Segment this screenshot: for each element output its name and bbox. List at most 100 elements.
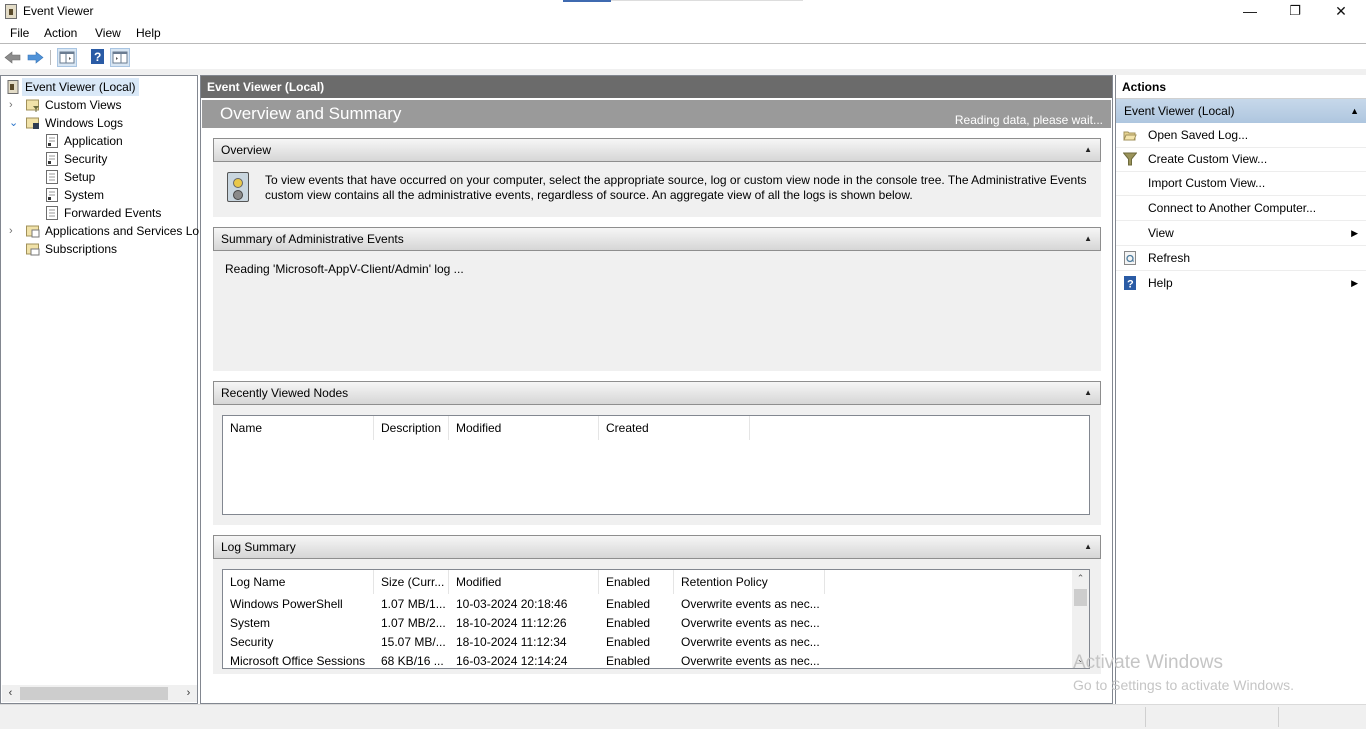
scroll-thumb[interactable] — [1074, 589, 1087, 606]
admin-events-section-header[interactable]: Summary of Administrative Events ▲ — [213, 227, 1101, 251]
status-divider — [1278, 707, 1279, 727]
focus-indicator-track — [611, 0, 803, 1]
minimize-button[interactable]: — — [1227, 0, 1273, 24]
scroll-thumb[interactable] — [20, 687, 168, 700]
overview-banner: Overview and Summary Reading data, pleas… — [202, 100, 1111, 128]
action-open-saved-log[interactable]: Open Saved Log... — [1116, 123, 1366, 148]
window-title: Event Viewer — [23, 4, 94, 18]
summary-content: Overview ▲ To view events that have occu… — [202, 128, 1111, 703]
action-view[interactable]: View ▶ — [1116, 221, 1366, 246]
cell-retention: Overwrite events as nec... — [681, 616, 820, 630]
arrow-left-icon — [4, 51, 21, 64]
column-header-modified[interactable]: Modified — [449, 416, 599, 440]
table-row[interactable]: Microsoft Office Sessions 68 KB/16 ... 1… — [223, 652, 1073, 668]
help-toolbar-button[interactable]: ? — [89, 48, 109, 67]
folder-logs-icon — [26, 117, 39, 129]
cell-size: 1.07 MB/2... — [381, 616, 446, 630]
scroll-left-arrow[interactable]: ‹ — [2, 685, 19, 702]
loading-status: Reading data, please wait... — [954, 113, 1103, 127]
collapse-icon[interactable]: ▲ — [1084, 536, 1092, 558]
back-button[interactable] — [3, 48, 23, 67]
admin-events-status: Reading 'Microsoft-AppV-Client/Admin' lo… — [225, 262, 464, 276]
overview-description: To view events that have occurred on you… — [265, 173, 1087, 202]
cell-retention: Overwrite events as nec... — [681, 654, 820, 668]
recent-nodes-list[interactable]: Name Description Modified Created — [222, 415, 1090, 515]
collapse-icon[interactable]: ▲ — [1084, 228, 1092, 250]
overview-section-body: To view events that have occurred on you… — [213, 162, 1101, 217]
menu-file[interactable]: File — [10, 26, 29, 40]
cell-enabled: Enabled — [606, 597, 651, 611]
event-viewer-icon — [7, 80, 19, 94]
log-summary-section-body: Log Name Size (Curr... Modified Enabled … — [213, 559, 1101, 674]
folder-icon — [26, 225, 40, 238]
action-import-custom-view[interactable]: Import Custom View... — [1116, 171, 1366, 196]
column-header-enabled[interactable]: Enabled — [599, 570, 674, 594]
log-summary-section-header[interactable]: Log Summary ▲ — [213, 535, 1101, 559]
tree-horizontal-scrollbar[interactable]: ‹ › — [2, 685, 197, 702]
restore-button[interactable]: ❐ — [1272, 0, 1318, 24]
overview-section-header[interactable]: Overview ▲ — [213, 138, 1101, 162]
cell-modified: 16-03-2024 12:14:24 — [456, 654, 568, 668]
expand-applications-services-chevron[interactable]: › — [9, 222, 19, 240]
cell-retention: Overwrite events as nec... — [681, 635, 820, 649]
activate-windows-hint: Go to Settings to activate Windows. — [1073, 677, 1294, 693]
scroll-right-arrow[interactable]: › — [180, 685, 197, 702]
actions-group-event-viewer-local[interactable]: Event Viewer (Local) ▲ — [1116, 99, 1366, 123]
cell-modified: 10-03-2024 20:18:46 — [456, 597, 568, 611]
column-header-created[interactable]: Created — [599, 416, 750, 440]
activate-windows-watermark: Activate Windows — [1073, 652, 1223, 673]
focus-indicator — [563, 0, 611, 2]
cell-enabled: Enabled — [606, 635, 651, 649]
column-header-description[interactable]: Description — [374, 416, 449, 440]
recent-nodes-section-header[interactable]: Recently Viewed Nodes ▲ — [213, 381, 1101, 405]
action-connect-to-another-computer[interactable]: Connect to Another Computer... — [1116, 196, 1366, 221]
show-hide-action-pane-button[interactable] — [110, 48, 130, 67]
forward-button[interactable] — [25, 48, 45, 67]
column-header-size[interactable]: Size (Curr... — [374, 570, 449, 594]
table-row[interactable]: Windows PowerShell 1.07 MB/1... 10-03-20… — [223, 595, 1073, 614]
cell-log-name: Microsoft Office Sessions — [230, 654, 366, 668]
log-summary-list[interactable]: Log Name Size (Curr... Modified Enabled … — [222, 569, 1090, 669]
menu-help[interactable]: Help — [136, 26, 161, 40]
actions-pane-title: Actions — [1116, 75, 1366, 99]
menu-action[interactable]: Action — [44, 26, 77, 40]
column-header-retention-policy[interactable]: Retention Policy — [674, 570, 825, 594]
show-hide-console-tree-button[interactable] — [57, 48, 77, 67]
log-icon — [46, 152, 58, 166]
column-header-modified[interactable]: Modified — [449, 570, 599, 594]
cell-size: 15.07 MB/... — [381, 635, 446, 649]
collapse-icon[interactable]: ▲ — [1350, 99, 1359, 123]
help-icon: ? — [1124, 276, 1136, 290]
action-pane-icon — [112, 51, 128, 64]
svg-text:?: ? — [94, 50, 101, 64]
status-bar — [0, 704, 1366, 729]
action-help[interactable]: ? Help ▶ — [1116, 271, 1366, 296]
column-header-name[interactable]: Name — [223, 416, 374, 440]
arrow-right-icon — [27, 51, 44, 64]
scroll-up-arrow[interactable]: ⌃ — [1072, 570, 1089, 587]
toolbar-separator — [50, 50, 51, 65]
cell-modified: 18-10-2024 11:12:34 — [456, 635, 567, 649]
actions-pane: Actions Event Viewer (Local) ▲ Open Save… — [1115, 75, 1366, 704]
collapse-windows-logs-chevron[interactable]: ⌄ — [9, 114, 19, 132]
collapse-icon[interactable]: ▲ — [1084, 139, 1092, 161]
log-icon — [46, 206, 58, 220]
submenu-arrow-icon: ▶ — [1351, 278, 1358, 288]
close-button[interactable]: ✕ — [1318, 0, 1364, 24]
menu-view[interactable]: View — [95, 26, 121, 40]
cell-enabled: Enabled — [606, 654, 651, 668]
cell-log-name: System — [230, 616, 271, 630]
column-header-log-name[interactable]: Log Name — [223, 570, 374, 594]
title-bar: Event Viewer — ❐ ✕ — [0, 0, 1366, 24]
table-row[interactable]: Security 15.07 MB/... 18-10-2024 11:12:3… — [223, 633, 1073, 652]
cell-size: 68 KB/16 ... — [381, 654, 444, 668]
expand-custom-views-chevron[interactable]: › — [9, 96, 19, 114]
action-create-custom-view[interactable]: Create Custom View... — [1116, 147, 1366, 172]
collapse-icon[interactable]: ▲ — [1084, 382, 1092, 404]
action-refresh[interactable]: Refresh — [1116, 246, 1366, 271]
event-viewer-app-icon — [5, 4, 17, 19]
refresh-icon — [1124, 251, 1136, 265]
cell-retention: Overwrite events as nec... — [681, 597, 820, 611]
table-row[interactable]: System 1.07 MB/2... 18-10-2024 11:12:26 … — [223, 614, 1073, 633]
center-pane: Event Viewer (Local) Overview and Summar… — [200, 75, 1113, 704]
